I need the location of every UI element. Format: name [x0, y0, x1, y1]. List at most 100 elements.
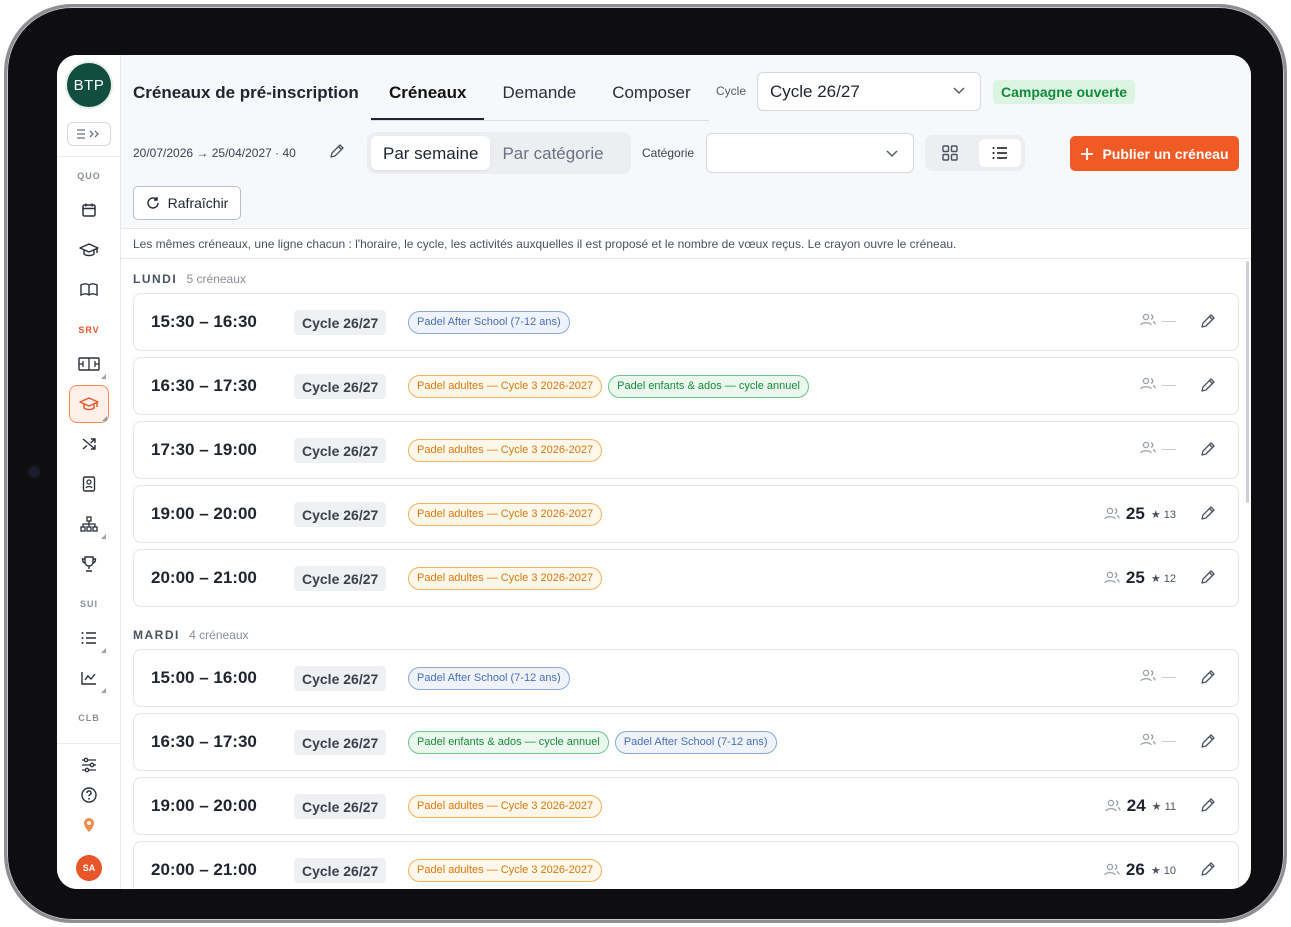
nav-location[interactable]	[71, 809, 107, 841]
activity-tag: Padel adultes — Cycle 3 2026-2027	[408, 503, 603, 526]
group-by-week[interactable]: Par semaine	[371, 136, 491, 170]
edit-slot-button[interactable]	[1200, 861, 1216, 882]
nav-organization[interactable]	[71, 508, 107, 540]
cycle-label: Cycle	[716, 84, 747, 98]
slot-row[interactable]: 17:30 – 19:00 Cycle 26/27 Padel adultes …	[133, 421, 1239, 479]
day-name: MARDI	[133, 628, 180, 642]
nav-preregistration-active[interactable]	[69, 385, 109, 423]
star-count: ★ 11	[1151, 800, 1176, 813]
slot-cycle: Cycle 26/27	[294, 730, 387, 755]
trophy-icon	[81, 556, 97, 572]
edit-slot-button[interactable]	[1200, 505, 1216, 526]
tab-demande[interactable]: Demande	[484, 69, 594, 120]
category-select[interactable]	[706, 133, 914, 173]
slot-cycle: Cycle 26/27	[294, 858, 387, 883]
wish-count: —	[1162, 732, 1176, 748]
edit-slot-button[interactable]	[1200, 313, 1216, 334]
slot-row[interactable]: 20:00 – 21:00 Cycle 26/27 Padel adultes …	[133, 549, 1239, 607]
pencil-icon	[1201, 670, 1215, 684]
refresh-button[interactable]: Rafraîchir	[133, 186, 241, 220]
slot-row[interactable]: 15:30 – 16:30 Cycle 26/27 Padel After Sc…	[133, 293, 1239, 351]
front-camera	[29, 467, 39, 477]
nav-help[interactable]	[71, 779, 107, 811]
group-by-category[interactable]: Par catégorie	[490, 136, 615, 170]
slot-row[interactable]: 16:30 – 17:30 Cycle 26/27 Padel enfants …	[133, 713, 1239, 771]
nav-courses[interactable]	[71, 234, 107, 266]
tab-creneaux[interactable]: Créneaux	[371, 69, 485, 120]
slot-row[interactable]: 19:00 – 20:00 Cycle 26/27 Padel adultes …	[133, 485, 1239, 543]
slot-row[interactable]: 15:00 – 16:00 Cycle 26/27 Padel After Sc…	[133, 649, 1239, 707]
wish-count: —	[1162, 312, 1176, 328]
section-label-sui: SUI	[79, 599, 98, 609]
nav-members[interactable]	[71, 468, 107, 500]
nav-stats[interactable]	[71, 662, 107, 694]
sidebar-collapse-button[interactable]	[67, 122, 111, 146]
tab-composer[interactable]: Composer	[594, 69, 708, 120]
list-view-button[interactable]	[979, 139, 1021, 167]
scrollbar-thumb[interactable]	[1246, 261, 1249, 503]
slot-wishes: —	[1140, 376, 1176, 392]
edit-slot-button[interactable]	[1200, 669, 1216, 690]
users-icon	[1105, 799, 1121, 812]
nav-calendar[interactable]	[71, 194, 107, 226]
list-icon	[81, 632, 96, 644]
nav-shuffle[interactable]	[71, 428, 107, 460]
slot-wishes: —	[1140, 440, 1176, 456]
divider	[57, 156, 121, 157]
slot-wishes: 25 ★ 12	[1104, 568, 1176, 588]
refresh-label: Rafraîchir	[167, 195, 229, 211]
slot-wishes: 24 ★ 11	[1105, 796, 1176, 816]
slot-cycle: Cycle 26/27	[294, 502, 387, 527]
pencil-icon	[1201, 506, 1215, 520]
slot-row[interactable]: 19:00 – 20:00 Cycle 26/27 Padel adultes …	[133, 777, 1239, 835]
slot-wishes: —	[1140, 312, 1176, 328]
campaign-status-badge: Campagne ouverte	[993, 80, 1136, 104]
slot-cycle: Cycle 26/27	[294, 566, 387, 591]
slot-row[interactable]: 16:30 – 17:30 Cycle 26/27 Padel adultes …	[133, 357, 1239, 415]
wish-count: 25	[1125, 504, 1145, 523]
page-title: Créneaux de pré-inscription	[133, 83, 359, 102]
date-range: 20/07/2026 → 25/04/2027 · 40	[133, 146, 296, 160]
nav-lists[interactable]	[71, 622, 107, 654]
user-avatar[interactable]: SA	[76, 855, 102, 881]
nav-tournaments[interactable]	[71, 548, 107, 580]
edit-slot-button[interactable]	[1200, 569, 1216, 590]
slot-cycle: Cycle 26/27	[294, 374, 387, 399]
cycle-select[interactable]: Cycle 26/27	[757, 72, 981, 111]
day-header: MARDI 4 créneaux	[133, 628, 249, 642]
edit-slot-button[interactable]	[1200, 377, 1216, 398]
scrollbar[interactable]	[1245, 259, 1251, 889]
nav-courts[interactable]	[71, 348, 107, 380]
edit-slot-button[interactable]	[1200, 441, 1216, 462]
pencil-icon	[330, 144, 344, 158]
slot-cycle: Cycle 26/27	[294, 666, 387, 691]
location-pin-icon	[84, 818, 94, 832]
star-count: ★ 10	[1150, 864, 1176, 877]
slot-time: 15:00 – 16:00	[151, 668, 257, 687]
page-header: Créneaux de pré-inscription Créneaux Dem…	[121, 55, 1251, 229]
publish-slot-button[interactable]: Publier un créneau	[1070, 136, 1239, 171]
slot-row[interactable]: 20:00 – 21:00 Cycle 26/27 Padel adultes …	[133, 841, 1239, 889]
nav-library[interactable]	[71, 274, 107, 306]
nav-settings[interactable]	[71, 749, 107, 781]
star-count: ★ 12	[1150, 572, 1176, 585]
group-by-toggle: Par semaine Par catégorie	[367, 132, 631, 174]
divider	[57, 743, 121, 744]
edit-range-button[interactable]	[329, 143, 345, 164]
wish-count: 25	[1125, 568, 1145, 587]
users-icon	[1104, 507, 1120, 520]
slot-time: 20:00 – 21:00	[151, 860, 257, 879]
section-label-srv: SRV	[78, 325, 100, 335]
edit-slot-button[interactable]	[1200, 797, 1216, 818]
activity-tag: Padel adultes — Cycle 3 2026-2027	[408, 567, 603, 590]
edit-slot-button[interactable]	[1200, 733, 1216, 754]
divider	[121, 258, 1251, 259]
wish-count: 26	[1125, 860, 1145, 879]
slot-time: 16:30 – 17:30	[151, 376, 257, 395]
grid-view-button[interactable]	[929, 139, 971, 167]
club-logo[interactable]: BTP	[67, 63, 111, 107]
activity-tag: Padel enfants & ados — cycle annuel	[408, 731, 609, 754]
slot-cycle: Cycle 26/27	[294, 310, 387, 335]
activity-tag: Padel After School (7-12 ans)	[614, 731, 777, 754]
slot-wishes: —	[1140, 668, 1176, 684]
